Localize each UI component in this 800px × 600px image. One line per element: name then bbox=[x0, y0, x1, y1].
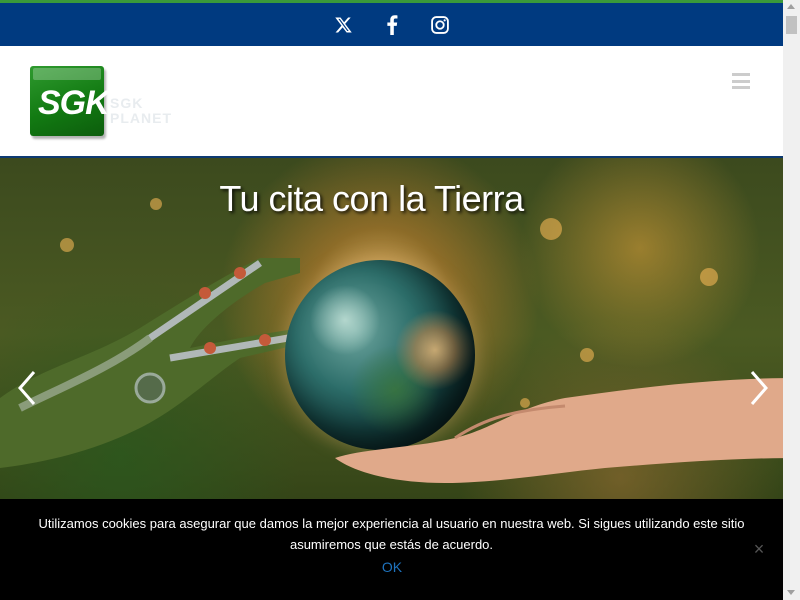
vertical-scrollbar[interactable] bbox=[783, 0, 800, 600]
slide-title: Tu cita con la Tierra bbox=[219, 178, 524, 219]
chevron-right-icon[interactable] bbox=[744, 368, 774, 408]
robot-hand-illustration bbox=[0, 258, 305, 468]
cookie-message: Utilizamos cookies para asegurar que dam… bbox=[38, 516, 745, 552]
scroll-up-arrow-icon[interactable] bbox=[787, 4, 795, 9]
close-icon[interactable]: × bbox=[750, 540, 768, 558]
bokeh-light bbox=[580, 348, 594, 362]
scroll-thumb[interactable] bbox=[786, 16, 797, 34]
hamburger-menu-icon[interactable] bbox=[732, 73, 750, 89]
facebook-icon[interactable] bbox=[381, 14, 403, 36]
chevron-left-icon[interactable] bbox=[12, 368, 42, 408]
x-twitter-icon[interactable] bbox=[333, 14, 355, 36]
cookie-banner: Utilizamos cookies para asegurar que dam… bbox=[0, 499, 783, 600]
logo-subtitle: SGK PLANET bbox=[110, 95, 172, 126]
logo-text: SGK bbox=[38, 84, 110, 122]
human-hand-illustration bbox=[335, 378, 783, 483]
bokeh-light bbox=[700, 268, 718, 286]
bokeh-light bbox=[540, 218, 562, 240]
instagram-icon[interactable] bbox=[429, 14, 451, 36]
social-bar bbox=[0, 3, 783, 46]
scroll-down-arrow-icon[interactable] bbox=[787, 590, 795, 595]
site-logo[interactable]: SGK bbox=[30, 66, 110, 136]
cookie-accept-button[interactable]: OK bbox=[376, 559, 408, 575]
site-header: SGK SGK PLANET bbox=[0, 46, 783, 158]
